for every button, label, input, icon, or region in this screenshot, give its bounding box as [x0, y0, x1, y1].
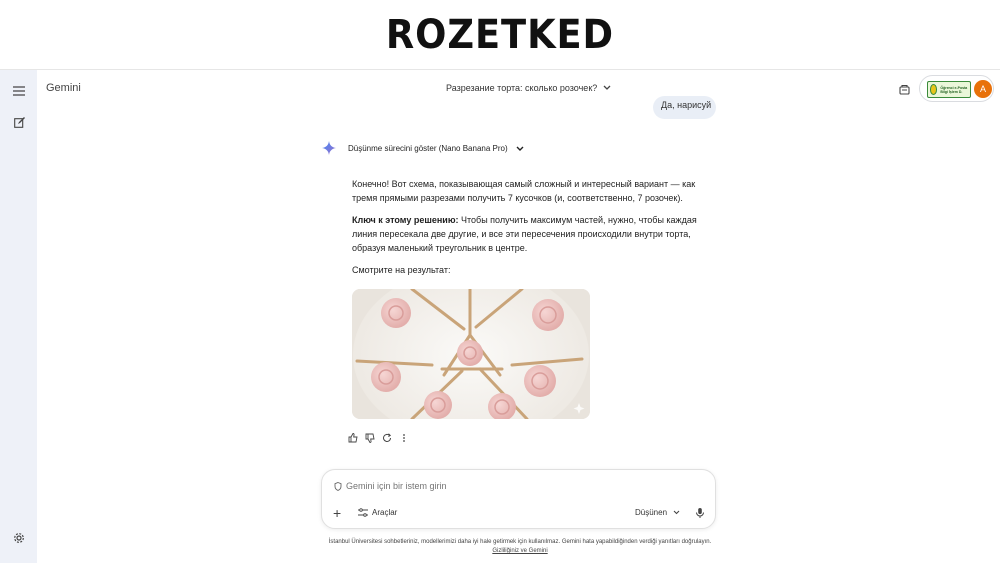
microphone-icon[interactable]	[694, 506, 706, 518]
top-banner: ROZETKED	[0, 0, 1000, 70]
institution-seal-icon	[930, 84, 938, 95]
tools-label: Araçlar	[372, 508, 398, 517]
regenerate-icon[interactable]	[381, 432, 392, 443]
tools-sliders-icon	[358, 508, 368, 517]
app-header: Gemini Разрезание торта: сколько розочек…	[37, 70, 1000, 108]
more-options-icon[interactable]	[398, 432, 409, 443]
user-message-text: Да, нарисуй	[661, 100, 712, 110]
key-label: Ключ к этому решению:	[352, 215, 459, 225]
avatar[interactable]: A	[974, 80, 992, 98]
privacy-link[interactable]: Gizliliğiniz ve Gemini	[290, 547, 750, 556]
temporary-chat-icon[interactable]	[896, 81, 912, 97]
prompt-placeholder: Gemini için bir istem girin	[346, 481, 447, 491]
rozetked-logo: ROZETKED	[385, 11, 615, 58]
show-thinking-toggle[interactable]: Düşünme sürecini göster (Nano Banana Pro…	[348, 144, 524, 153]
chevron-down-icon	[603, 85, 611, 90]
shield-icon	[334, 481, 342, 491]
institution-badge-text: Öğrenci e-Posta Bilgi İşlem D.	[940, 85, 968, 94]
footer-disclaimer: İstanbul Üniversitesi sohbetleriniz, mod…	[290, 538, 750, 556]
response-paragraph-key: Ключ к этому решению: Чтобы получить мак…	[352, 213, 722, 255]
add-attachment-button[interactable]: +	[333, 505, 341, 521]
chevron-down-icon	[516, 146, 524, 151]
thumbs-down-icon[interactable]	[364, 432, 375, 443]
chevron-down-icon	[673, 510, 680, 515]
user-message-bubble: Да, нарисуй	[653, 96, 716, 119]
prompt-input-box[interactable]: Gemini için bir istem girin + Araçlar Dü…	[321, 469, 716, 529]
thinking-label: Düşünme sürecini göster (Nano Banana Pro…	[348, 144, 508, 153]
generated-cake-image[interactable]	[352, 289, 590, 419]
prompt-input[interactable]: Gemini için bir istem girin	[334, 481, 447, 491]
thumbs-up-icon[interactable]	[347, 432, 358, 443]
tools-button[interactable]: Araçlar	[358, 508, 397, 517]
disclaimer-text: İstanbul Üniversitesi sohbetleriniz, mod…	[328, 539, 712, 545]
account-pill[interactable]: Öğrenci e-Posta Bilgi İşlem D. A	[919, 75, 994, 102]
menu-icon[interactable]	[10, 82, 28, 100]
response-actions	[347, 432, 409, 443]
mode-selector[interactable]: Düşünen	[635, 508, 680, 517]
response-paragraph: Смотрите на результат:	[352, 265, 451, 275]
settings-gear-icon[interactable]	[10, 529, 28, 547]
chat-title-text: Разрезание торта: сколько розочек?	[446, 83, 598, 93]
response-text: Конечно! Вот схема, показывающая самый с…	[352, 177, 722, 285]
gemini-sparkle-icon	[322, 141, 336, 155]
response-paragraph: Конечно! Вот схема, показывающая самый с…	[352, 179, 696, 203]
app-title: Gemini	[46, 82, 81, 94]
chat-title-dropdown[interactable]: Разрезание торта: сколько розочек?	[446, 83, 611, 93]
institution-badge: Öğrenci e-Posta Bilgi İşlem D.	[927, 81, 971, 98]
new-chat-icon[interactable]	[10, 113, 28, 131]
mode-label: Düşünen	[635, 508, 668, 517]
left-rail	[0, 70, 37, 563]
